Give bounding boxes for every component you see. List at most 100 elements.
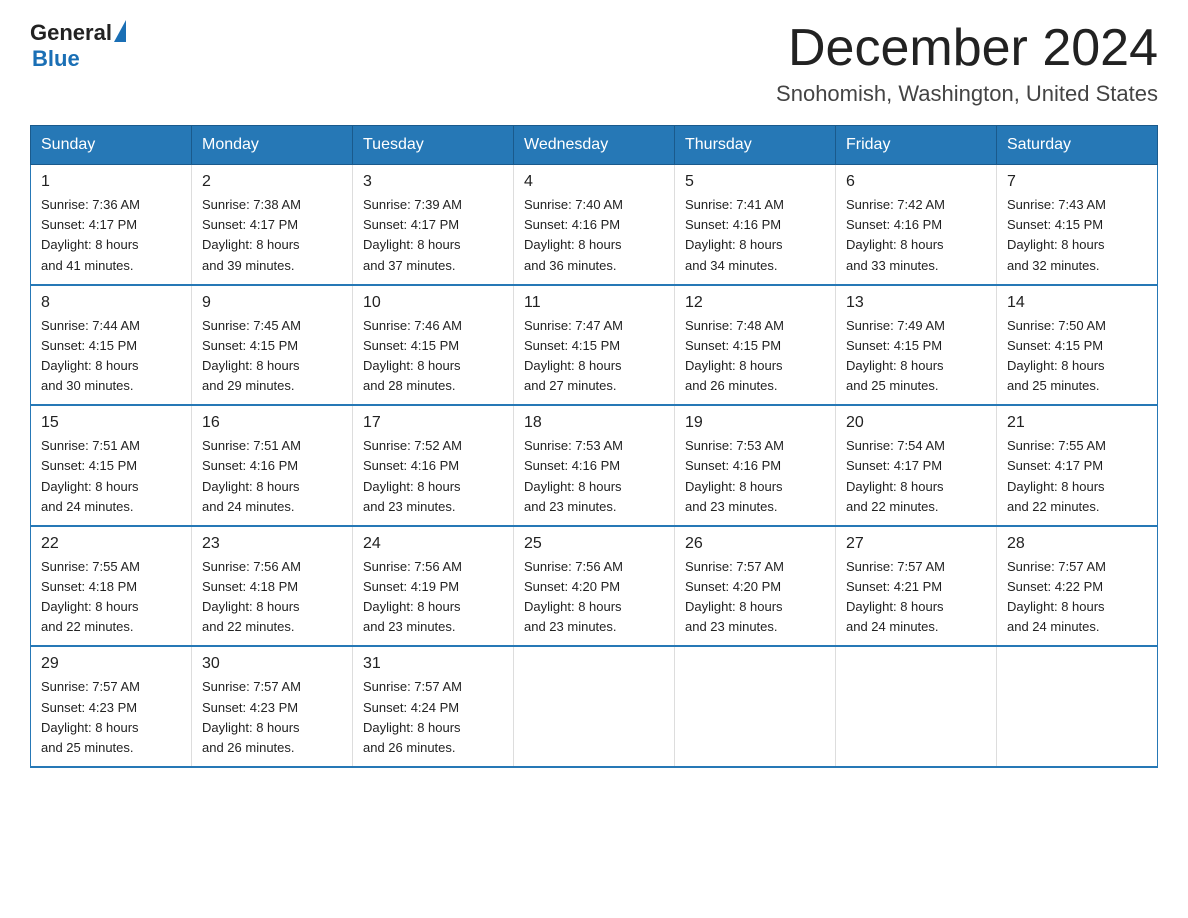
logo-blue: Blue [32,46,80,71]
day-info: Sunrise: 7:55 AMSunset: 4:17 PMDaylight:… [1007,436,1147,517]
day-cell: 25Sunrise: 7:56 AMSunset: 4:20 PMDayligh… [514,526,675,647]
day-info: Sunrise: 7:51 AMSunset: 4:15 PMDaylight:… [41,436,181,517]
day-cell: 23 Sunrise: 7:56 AMSunset: 4:18 PMDayligh… [192,526,353,647]
day-info: Sunrise: 7:44 AMSunset: 4:15 PMDaylight:… [41,316,181,397]
day-number: 15 [41,414,181,432]
weekday-header-row: SundayMondayTuesdayWednesdayThursdayFrid… [31,126,1158,165]
day-number: 21 [1007,414,1147,432]
day-cell: 7 Sunrise: 7:43 AMSunset: 4:15 PMDaylight… [997,165,1158,285]
calendar-title: December 2024 [776,20,1158,77]
day-cell: 30 Sunrise: 7:57 AMSunset: 4:23 PMDayligh… [192,646,353,767]
day-cell: 16 Sunrise: 7:51 AMSunset: 4:16 PMDayligh… [192,405,353,526]
day-cell: 29 Sunrise: 7:57 AMSunset: 4:23 PMDayligh… [31,646,192,767]
page-header: General Blue December 2024 Snohomish, Wa… [30,20,1158,107]
day-cell: 8Sunrise: 7:44 AMSunset: 4:15 PMDaylight… [31,285,192,406]
weekday-header-friday: Friday [836,126,997,165]
day-cell: 4 Sunrise: 7:40 AMSunset: 4:16 PMDaylight… [514,165,675,285]
calendar-subtitle: Snohomish, Washington, United States [776,81,1158,107]
day-cell: 18 Sunrise: 7:53 AMSunset: 4:16 PMDayligh… [514,405,675,526]
day-info: Sunrise: 7:50 AMSunset: 4:15 PMDaylight:… [1007,316,1147,397]
day-info: Sunrise: 7:56 AMSunset: 4:18 PMDaylight:… [202,557,342,638]
day-info: Sunrise: 7:51 AMSunset: 4:16 PMDaylight:… [202,436,342,517]
day-cell: 10 Sunrise: 7:46 AMSunset: 4:15 PMDayligh… [353,285,514,406]
day-number: 3 [363,173,503,191]
day-cell: 26 Sunrise: 7:57 AMSunset: 4:20 PMDayligh… [675,526,836,647]
day-info: Sunrise: 7:42 AMSunset: 4:16 PMDaylight:… [846,195,986,276]
day-info: Sunrise: 7:53 AMSunset: 4:16 PMDaylight:… [685,436,825,517]
week-row-2: 8Sunrise: 7:44 AMSunset: 4:15 PMDaylight… [31,285,1158,406]
weekday-header-saturday: Saturday [997,126,1158,165]
calendar-table: SundayMondayTuesdayWednesdayThursdayFrid… [30,125,1158,768]
day-number: 17 [363,414,503,432]
day-info: Sunrise: 7:54 AMSunset: 4:17 PMDaylight:… [846,436,986,517]
day-number: 9 [202,294,342,312]
weekday-header-tuesday: Tuesday [353,126,514,165]
day-info: Sunrise: 7:41 AMSunset: 4:16 PMDaylight:… [685,195,825,276]
day-info: Sunrise: 7:57 AMSunset: 4:24 PMDaylight:… [363,677,503,758]
day-number: 20 [846,414,986,432]
day-cell: 15 Sunrise: 7:51 AMSunset: 4:15 PMDayligh… [31,405,192,526]
day-number: 19 [685,414,825,432]
day-number: 18 [524,414,664,432]
day-info: Sunrise: 7:36 AMSunset: 4:17 PMDaylight:… [41,195,181,276]
day-info: Sunrise: 7:53 AMSunset: 4:16 PMDaylight:… [524,436,664,517]
logo-general: General [30,20,112,46]
day-number: 7 [1007,173,1147,191]
day-number: 16 [202,414,342,432]
day-number: 14 [1007,294,1147,312]
day-cell [836,646,997,767]
day-cell: 11Sunrise: 7:47 AMSunset: 4:15 PMDayligh… [514,285,675,406]
day-cell [997,646,1158,767]
day-info: Sunrise: 7:57 AMSunset: 4:21 PMDaylight:… [846,557,986,638]
day-number: 22 [41,535,181,553]
day-number: 25 [524,535,664,553]
week-row-4: 22Sunrise: 7:55 AMSunset: 4:18 PMDayligh… [31,526,1158,647]
day-info: Sunrise: 7:52 AMSunset: 4:16 PMDaylight:… [363,436,503,517]
day-number: 31 [363,655,503,673]
day-number: 23 [202,535,342,553]
day-cell: 17 Sunrise: 7:52 AMSunset: 4:16 PMDayligh… [353,405,514,526]
day-number: 24 [363,535,503,553]
day-number: 6 [846,173,986,191]
day-number: 28 [1007,535,1147,553]
day-number: 26 [685,535,825,553]
day-cell: 14 Sunrise: 7:50 AMSunset: 4:15 PMDayligh… [997,285,1158,406]
day-cell: 2 Sunrise: 7:38 AMSunset: 4:17 PMDaylight… [192,165,353,285]
week-row-5: 29 Sunrise: 7:57 AMSunset: 4:23 PMDayligh… [31,646,1158,767]
day-info: Sunrise: 7:46 AMSunset: 4:15 PMDaylight:… [363,316,503,397]
logo: General Blue [30,20,126,72]
day-cell: 20 Sunrise: 7:54 AMSunset: 4:17 PMDayligh… [836,405,997,526]
logo-triangle-icon [114,20,126,42]
day-info: Sunrise: 7:57 AMSunset: 4:23 PMDaylight:… [202,677,342,758]
day-number: 30 [202,655,342,673]
day-cell: 5 Sunrise: 7:41 AMSunset: 4:16 PMDaylight… [675,165,836,285]
day-info: Sunrise: 7:57 AMSunset: 4:22 PMDaylight:… [1007,557,1147,638]
day-info: Sunrise: 7:45 AMSunset: 4:15 PMDaylight:… [202,316,342,397]
day-number: 13 [846,294,986,312]
day-info: Sunrise: 7:57 AMSunset: 4:23 PMDaylight:… [41,677,181,758]
week-row-3: 15 Sunrise: 7:51 AMSunset: 4:15 PMDayligh… [31,405,1158,526]
day-number: 1 [41,173,181,191]
day-number: 2 [202,173,342,191]
weekday-header-wednesday: Wednesday [514,126,675,165]
day-number: 4 [524,173,664,191]
day-number: 11 [524,294,664,312]
weekday-header-thursday: Thursday [675,126,836,165]
weekday-header-monday: Monday [192,126,353,165]
day-info: Sunrise: 7:43 AMSunset: 4:15 PMDaylight:… [1007,195,1147,276]
day-info: Sunrise: 7:56 AMSunset: 4:19 PMDaylight:… [363,557,503,638]
day-number: 27 [846,535,986,553]
title-block: December 2024 Snohomish, Washington, Uni… [776,20,1158,107]
weekday-header-sunday: Sunday [31,126,192,165]
day-number: 29 [41,655,181,673]
day-info: Sunrise: 7:57 AMSunset: 4:20 PMDaylight:… [685,557,825,638]
day-number: 5 [685,173,825,191]
day-info: Sunrise: 7:38 AMSunset: 4:17 PMDaylight:… [202,195,342,276]
day-cell: 9 Sunrise: 7:45 AMSunset: 4:15 PMDaylight… [192,285,353,406]
day-cell: 1 Sunrise: 7:36 AMSunset: 4:17 PMDaylight… [31,165,192,285]
day-info: Sunrise: 7:40 AMSunset: 4:16 PMDaylight:… [524,195,664,276]
day-info: Sunrise: 7:49 AMSunset: 4:15 PMDaylight:… [846,316,986,397]
day-number: 10 [363,294,503,312]
day-cell: 22Sunrise: 7:55 AMSunset: 4:18 PMDayligh… [31,526,192,647]
day-cell: 12Sunrise: 7:48 AMSunset: 4:15 PMDayligh… [675,285,836,406]
